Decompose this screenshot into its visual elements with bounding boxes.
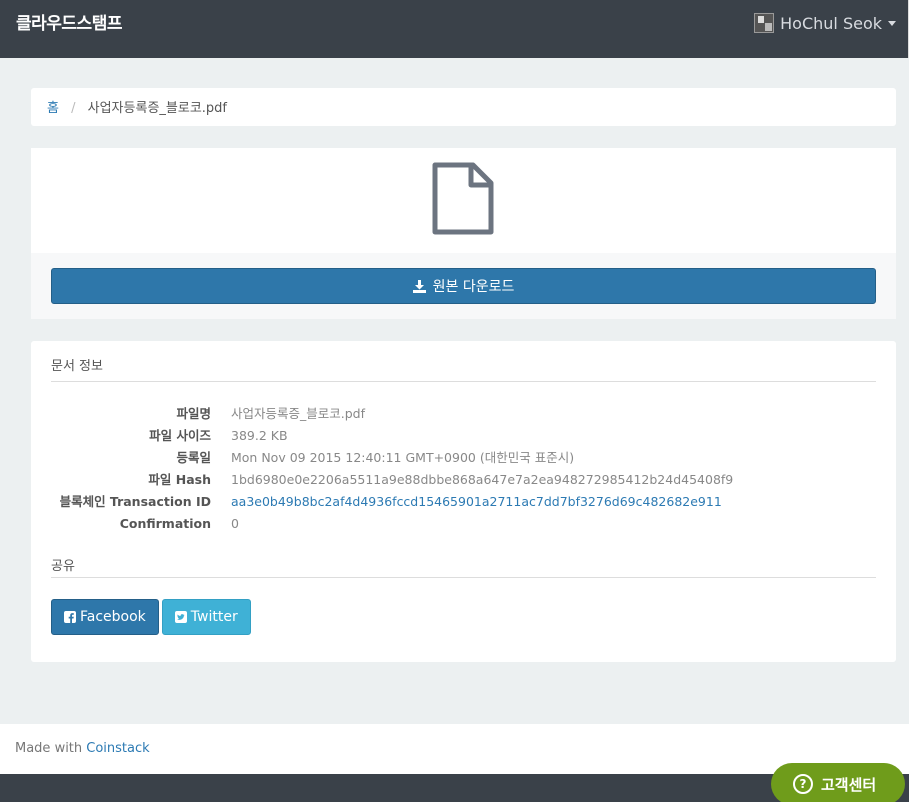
- user-name: HoChul Seok: [780, 13, 882, 33]
- chevron-down-icon: [888, 20, 896, 26]
- info-label: 파일명: [176, 406, 211, 421]
- info-row-confirmation: Confirmation 0: [51, 513, 876, 535]
- facebook-share-button[interactable]: Facebook: [51, 599, 159, 635]
- info-row-hash: 파일 Hash 1bd6980e0e2206a5511a9e88dbbe868a…: [51, 469, 876, 491]
- customer-center-label: 고객센터: [821, 775, 877, 794]
- breadcrumb: 홈 / 사업자등록증_블로코.pdf: [31, 88, 896, 126]
- info-label: 블록체인 Transaction ID: [59, 494, 211, 509]
- twitter-share-button[interactable]: Twitter: [161, 599, 251, 635]
- info-row-filesize: 파일 사이즈 389.2 KB: [51, 425, 876, 447]
- top-navbar: 클라우드스탬프 HoChul Seok: [0, 0, 909, 58]
- avatar: [754, 13, 775, 33]
- info-label: 파일 사이즈: [149, 428, 211, 443]
- preview-area: [31, 148, 896, 253]
- coinstack-link[interactable]: Coinstack: [86, 741, 149, 756]
- info-value: 0: [231, 516, 239, 531]
- info-label: 등록일: [176, 450, 211, 465]
- file-preview-panel: 원본 다운로드: [31, 148, 896, 319]
- document-info-title: 문서 정보: [51, 341, 876, 382]
- info-row-date: 등록일 Mon Nov 09 2015 12:40:11 GMT+0900 (대…: [51, 447, 876, 469]
- info-label: 파일 Hash: [148, 472, 211, 487]
- file-icon: [432, 162, 494, 235]
- info-label: Confirmation: [119, 516, 211, 531]
- question-icon: ?: [793, 774, 813, 794]
- info-row-filename: 파일명 사업자등록증_블로코.pdf: [51, 403, 876, 425]
- facebook-label: Facebook: [80, 609, 146, 625]
- preview-actions: 원본 다운로드: [31, 253, 896, 319]
- info-value: Mon Nov 09 2015 12:40:11 GMT+0900 (대한민국 …: [231, 450, 575, 465]
- info-value: 1bd6980e0e2206a5511a9e88dbbe868a647e7a2e…: [231, 472, 734, 487]
- facebook-icon: [64, 611, 76, 623]
- breadcrumb-home-link[interactable]: 홈: [47, 101, 59, 116]
- user-menu[interactable]: HoChul Seok: [754, 13, 896, 33]
- share-buttons: Facebook Twitter: [51, 599, 876, 635]
- footer-text: Made with: [15, 741, 87, 756]
- transaction-id-link[interactable]: aa3e0b49b8bc2af4d4936fccd15465901a2711ac…: [231, 491, 722, 513]
- customer-center-button[interactable]: ? 고객센터: [771, 763, 905, 802]
- download-icon: [412, 279, 426, 293]
- share-title: 공유: [51, 555, 876, 578]
- breadcrumb-current: 사업자등록증_블로코.pdf: [87, 101, 227, 116]
- twitter-icon: [174, 611, 187, 623]
- twitter-label: Twitter: [190, 609, 238, 625]
- info-row-transaction-id: 블록체인 Transaction ID aa3e0b49b8bc2af4d493…: [51, 491, 876, 513]
- info-value: 사업자등록증_블로코.pdf: [231, 406, 365, 421]
- document-info-panel: 문서 정보 파일명 사업자등록증_블로코.pdf 파일 사이즈 389.2 KB…: [31, 341, 896, 662]
- info-value: 389.2 KB: [231, 428, 288, 443]
- brand-logo[interactable]: 클라우드스탬프: [16, 9, 122, 34]
- document-info-table: 파일명 사업자등록증_블로코.pdf 파일 사이즈 389.2 KB 등록일 M…: [51, 403, 876, 535]
- download-original-button[interactable]: 원본 다운로드: [51, 268, 876, 304]
- breadcrumb-separator: /: [71, 101, 76, 116]
- footer: Made with Coinstack: [0, 724, 909, 774]
- download-label: 원본 다운로드: [432, 279, 515, 295]
